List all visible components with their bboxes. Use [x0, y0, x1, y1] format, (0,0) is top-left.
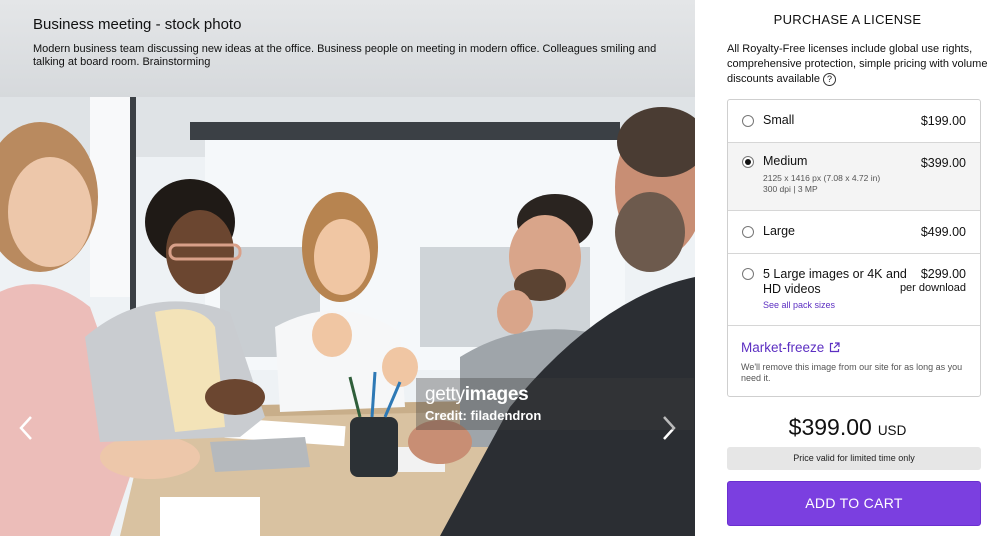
option-resolution: 300 dpi | 3 MP: [763, 184, 818, 194]
license-heading: PURCHASE A LICENSE: [773, 12, 922, 27]
license-intro-text: All Royalty-Free licenses include global…: [727, 43, 988, 85]
license-options: Small $199.00 Medium $399.00 2125 x 1416…: [727, 99, 981, 397]
getty-images-logo: gettyimages: [425, 384, 529, 405]
license-intro: All Royalty-Free licenses include global…: [727, 42, 989, 87]
total-currency: USD: [877, 423, 907, 438]
watermark: gettyimages Credit: filadendron: [416, 378, 694, 430]
option-name: Large: [763, 224, 795, 238]
radio-small[interactable]: [742, 115, 754, 127]
option-dimensions: 2125 x 1416 px (7.08 x 4.72 in): [763, 173, 881, 183]
license-option-small[interactable]: Small $199.00: [728, 100, 980, 143]
external-link-icon: [830, 342, 840, 353]
image-title: Business meeting - stock photo: [33, 16, 242, 33]
image-header: Business meeting - stock photo Modern bu…: [0, 0, 695, 97]
photo-credit: Credit: filadendron: [425, 408, 542, 423]
add-to-cart-button[interactable]: ADD TO CART: [727, 481, 981, 526]
radio-pack[interactable]: [742, 268, 754, 280]
option-price: $299.00: [920, 267, 966, 281]
license-option-pack[interactable]: 5 Large images or 4K and HD videos $299.…: [728, 254, 980, 326]
option-name: Medium: [763, 154, 808, 168]
option-price: $199.00: [920, 114, 966, 128]
option-name-line1: 5 Large images or 4K and: [763, 267, 907, 281]
market-freeze-link[interactable]: Market-freeze: [741, 340, 840, 355]
option-name-line2: HD videos: [763, 282, 821, 296]
license-option-large[interactable]: Large $499.00: [728, 211, 980, 254]
option-price: $499.00: [920, 225, 966, 239]
image-viewer: Business meeting - stock photo Modern bu…: [0, 0, 695, 536]
license-option-medium[interactable]: Medium $399.00 2125 x 1416 px (7.08 x 4.…: [728, 143, 980, 211]
radio-large[interactable]: [742, 226, 754, 238]
radio-medium[interactable]: [742, 156, 754, 168]
option-name: Small: [763, 113, 795, 127]
option-price-unit: per download: [899, 282, 966, 294]
image-description: Modern business team discussing new idea…: [33, 43, 657, 68]
market-freeze-title: Market-freeze: [741, 340, 825, 355]
total-amount: $399.00: [788, 414, 872, 440]
photo-illustration: [0, 97, 695, 536]
market-freeze-description: We'll remove this image from our site fo…: [741, 362, 963, 383]
license-panel: PURCHASE A LICENSE All Royalty-Free lice…: [695, 0, 1000, 536]
previous-image-button[interactable]: [16, 415, 38, 441]
help-icon[interactable]: ?: [822, 72, 836, 86]
option-price: $399.00: [920, 156, 966, 170]
stock-photo[interactable]: gettyimages Credit: filadendron: [0, 97, 695, 536]
see-all-pack-sizes-link[interactable]: See all pack sizes: [763, 300, 835, 310]
chevron-left-icon: [19, 416, 32, 440]
total-price: $399.00 USD: [695, 414, 1000, 441]
market-freeze: Market-freeze We'll remove this image fr…: [728, 326, 980, 396]
price-notice: Price valid for limited time only: [727, 447, 981, 470]
